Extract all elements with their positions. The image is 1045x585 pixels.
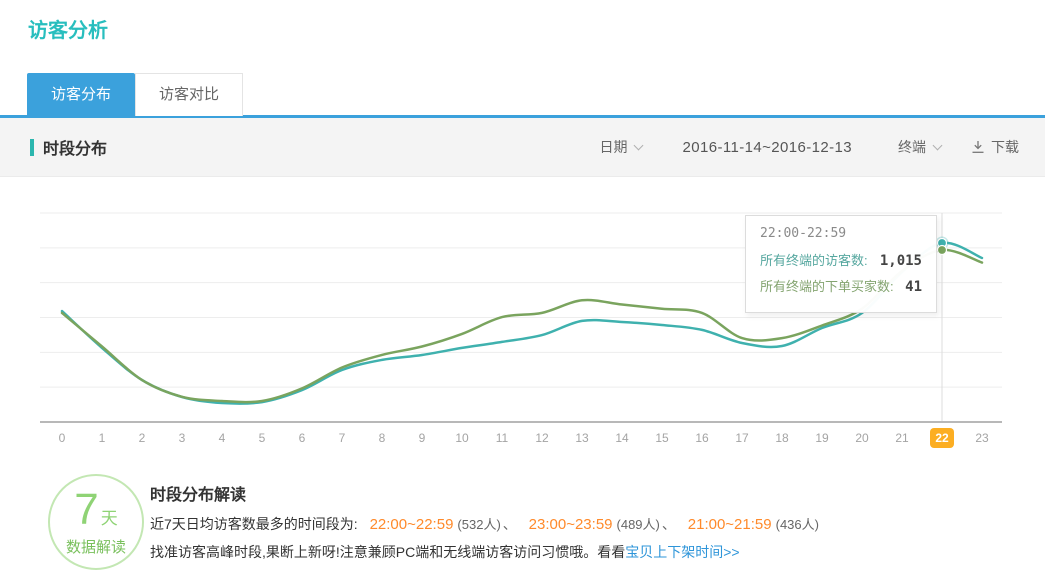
date-filter-label: 日期	[599, 137, 627, 157]
insight-line2-text: 找准访客高峰时段,果断上新呀!注意兼顾PC端和无线端访客访问习惯哦。看看	[150, 544, 625, 560]
slot-separator: 、	[503, 516, 517, 532]
insight-line1-prefix: 近7天日均访客数最多的时间段为:	[150, 516, 358, 532]
x-axis-label: 10	[442, 431, 482, 445]
section-marker	[30, 139, 34, 156]
tooltip-value-buyers: 41	[905, 275, 922, 300]
download-icon	[971, 140, 985, 154]
chevron-down-icon	[634, 140, 644, 150]
top-slot-1-time: 22:00~22:59	[370, 516, 454, 533]
terminal-filter-dropdown[interactable]: 终端	[898, 137, 941, 157]
tooltip-label-buyers: 所有终端的下单买家数:	[760, 274, 894, 299]
x-axis-label: 4	[202, 431, 242, 445]
tooltip-label-visitors: 所有终端的访客数:	[760, 248, 868, 273]
x-axis-label: 15	[642, 431, 682, 445]
badge-caption: 数据解读	[66, 536, 126, 557]
date-filter-dropdown[interactable]: 日期	[599, 137, 642, 157]
x-axis-label: 1	[82, 431, 122, 445]
section-title-text: 时段分布	[43, 135, 107, 159]
chart-tooltip: 22:00-22:59 所有终端的访客数: 1,015 所有终端的下单买家数: …	[745, 215, 937, 313]
tooltip-value-visitors: 1,015	[880, 249, 922, 274]
page-title: 访客分析	[28, 14, 108, 43]
x-axis-label: 2	[122, 431, 162, 445]
download-label: 下载	[991, 137, 1019, 157]
x-axis-label: 17	[722, 431, 762, 445]
chevron-down-icon	[933, 140, 943, 150]
x-axis-label: 7	[322, 431, 362, 445]
tooltip-row-buyers: 所有终端的下单买家数: 41	[760, 274, 922, 300]
x-axis-label: 16	[682, 431, 722, 445]
toolbar: 时段分布 日期 2016-11-14~2016-12-13 终端 下载	[0, 118, 1045, 177]
tab-visitor-comparison[interactable]: 访客对比	[135, 73, 243, 116]
x-axis-label: 13	[562, 431, 602, 445]
x-axis-label: 3	[162, 431, 202, 445]
x-axis-label: 12	[522, 431, 562, 445]
tab-bar: 访客分布 访客对比	[27, 73, 243, 118]
toolbar-controls: 日期 2016-11-14~2016-12-13 终端 下载	[599, 137, 1019, 157]
top-slot-3-count: (436人)	[776, 517, 819, 532]
insight-section: 7天 数据解读 时段分布解读 近7天日均访客数最多的时间段为: 22:00~22…	[0, 472, 1045, 571]
insight-body: 时段分布解读 近7天日均访客数最多的时间段为: 22:00~22:59(532人…	[150, 472, 1045, 562]
download-button[interactable]: 下载	[971, 137, 1019, 157]
terminal-filter-label: 终端	[898, 137, 926, 157]
x-axis-label: 6	[282, 431, 322, 445]
badge-number: 7	[74, 485, 98, 534]
x-axis-label: 0	[42, 431, 82, 445]
top-slot-3-time: 21:00~21:59	[688, 516, 772, 533]
x-axis-label: 14	[602, 431, 642, 445]
badge-unit: 天	[101, 509, 118, 528]
x-axis-label: 8	[362, 431, 402, 445]
x-axis-label: 5	[242, 431, 282, 445]
badge-days: 7天	[74, 488, 117, 532]
x-axis-label: 11	[482, 431, 522, 445]
time-distribution-chart[interactable]: 01234567891011121314151617181920212223 2…	[0, 190, 1045, 470]
highlight-dot-buyers	[938, 246, 947, 255]
x-axis-label: 19	[802, 431, 842, 445]
top-slot-1-count: (532人)	[457, 517, 500, 532]
visitor-analysis-page: 访客分析 访客分布 访客对比 时段分布 日期 2016-11-14~2016-1…	[0, 0, 1045, 585]
seven-day-badge: 7天 数据解读	[48, 474, 144, 570]
listing-schedule-link[interactable]: 宝贝上下架时间>>	[625, 544, 739, 560]
top-slot-2-time: 23:00~23:59	[529, 516, 613, 533]
tab-visitor-distribution[interactable]: 访客分布	[27, 73, 135, 118]
x-axis-label: 21	[882, 431, 922, 445]
top-slot-2-count: (489人)	[617, 517, 660, 532]
insight-line-1: 近7天日均访客数最多的时间段为: 22:00~22:59(532人)、 23:0…	[150, 515, 1045, 534]
tooltip-time: 22:00-22:59	[760, 226, 922, 241]
date-range-value[interactable]: 2016-11-14~2016-12-13	[682, 139, 852, 156]
x-axis-label-highlighted: 22	[922, 431, 962, 445]
tooltip-row-visitors: 所有终端的访客数: 1,015	[760, 248, 922, 274]
x-axis-label: 9	[402, 431, 442, 445]
x-axis-label: 20	[842, 431, 882, 445]
x-axis-label: 18	[762, 431, 802, 445]
x-axis-label: 23	[962, 431, 1002, 445]
slot-separator: 、	[662, 516, 676, 532]
insight-heading: 时段分布解读	[150, 481, 1045, 505]
insight-line-2: 找准访客高峰时段,果断上新呀!注意兼顾PC端和无线端访客访问习惯哦。看看宝贝上下…	[150, 543, 1045, 562]
section-title: 时段分布	[30, 135, 107, 159]
